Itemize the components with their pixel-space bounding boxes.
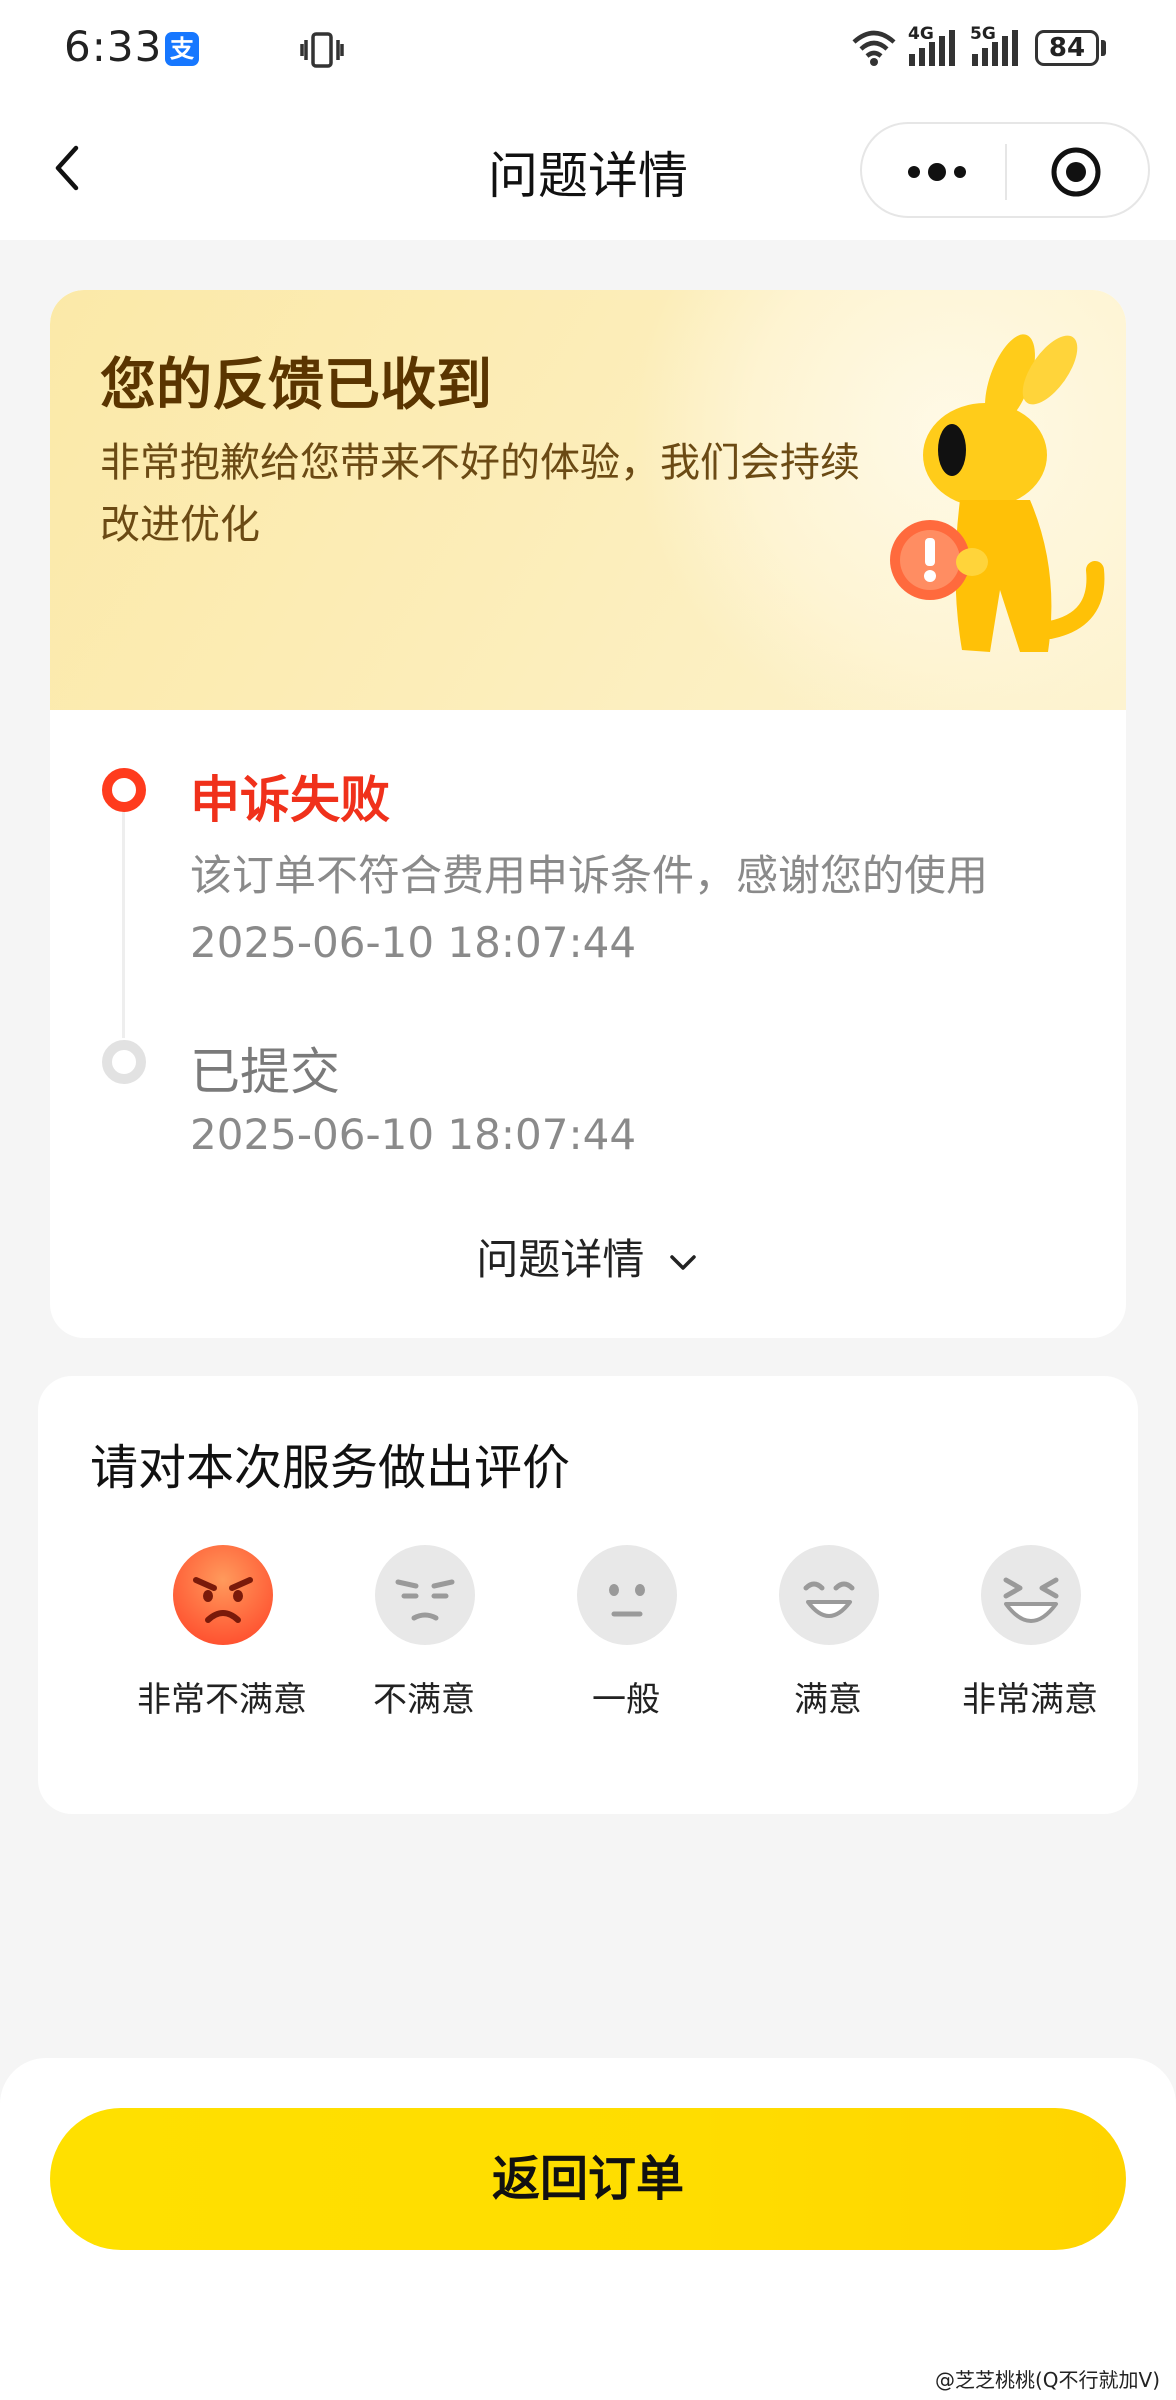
laugh-face-icon (981, 1545, 1081, 1645)
rating-label: 不满意 (373, 1680, 475, 1720)
banner-title: 您的反馈已收到 (100, 353, 492, 418)
step-description: 该订单不符合费用申诉条件，感谢您的使用 (190, 851, 989, 900)
battery-indicator: 84 (1035, 30, 1099, 66)
rating-card: 请对本次服务做出评价 非常不满意 不满意 一般 满意 非常满意 (38, 1376, 1138, 1814)
timeline-dot-active (102, 768, 146, 812)
banner-subtitle: 非常抱歉给您带来不好的体验，我们会持续改进优化 (100, 440, 860, 548)
frown-face-icon (375, 1545, 475, 1645)
rating-option-dissatisfied[interactable]: 不满意 (324, 1544, 524, 1744)
mascot-dog-icon (890, 334, 1105, 652)
rating-label: 一般 (592, 1680, 660, 1720)
rating-option-very-dissatisfied[interactable]: 非常不满意 (122, 1544, 322, 1744)
neutral-face-icon (577, 1545, 677, 1645)
signal-icon (909, 30, 955, 66)
step-title-failed: 申诉失败 (190, 771, 390, 829)
alipay-badge-icon: 支 (165, 32, 199, 66)
feedback-card: 您的反馈已收到 非常抱歉给您带来不好的体验，我们会持续改进优化 申诉失败 该订单… (50, 290, 1126, 1338)
nav-bar: 问题详情 (0, 100, 1176, 240)
return-to-order-button[interactable]: 返回订单 (50, 2108, 1126, 2250)
chevron-down-icon (669, 1254, 696, 1270)
rating-option-neutral[interactable]: 一般 (526, 1544, 726, 1744)
wifi-icon (852, 30, 896, 66)
step-timestamp: 2025-06-10 18:07:44 (190, 1110, 637, 1159)
capsule-divider (1005, 144, 1007, 200)
close-mini-program-icon[interactable] (1048, 144, 1104, 200)
rating-option-satisfied[interactable]: 满意 (728, 1544, 928, 1744)
bottom-action-panel: 返回订单 (0, 2058, 1176, 2400)
rating-label: 满意 (794, 1680, 862, 1720)
vibrate-icon (300, 32, 344, 68)
signal-icon (972, 30, 1018, 66)
smile-face-icon (779, 1545, 879, 1645)
status-bar: 6:33 支 4G 5G 84 (0, 0, 1176, 100)
rating-label: 非常不满意 (137, 1680, 307, 1720)
rating-option-very-satisfied[interactable]: 非常满意 (930, 1544, 1130, 1744)
rating-label: 非常满意 (962, 1680, 1098, 1720)
feedback-banner: 您的反馈已收到 非常抱歉给您带来不好的体验，我们会持续改进优化 (50, 290, 1126, 710)
timeline-line (122, 796, 125, 1038)
more-options-icon[interactable] (892, 144, 982, 200)
details-toggle-label: 问题详情 (476, 1235, 645, 1284)
watermark-text: @芝芝桃桃(Q不行就加V) (934, 2368, 1160, 2392)
rating-options: 非常不满意 不满意 一般 满意 非常满意 (38, 1544, 1138, 1744)
rating-title: 请对本次服务做出评价 (90, 1440, 571, 1496)
step-timestamp: 2025-06-10 18:07:44 (190, 918, 637, 967)
mini-program-capsule (860, 122, 1150, 218)
problem-details-toggle[interactable]: 问题详情 (50, 1226, 1126, 1287)
step-title-submitted: 已提交 (190, 1043, 340, 1101)
status-time: 6:33 (64, 22, 163, 71)
battery-tip (1101, 40, 1106, 56)
angry-face-icon (173, 1545, 273, 1645)
timeline-dot-done (102, 1040, 146, 1084)
